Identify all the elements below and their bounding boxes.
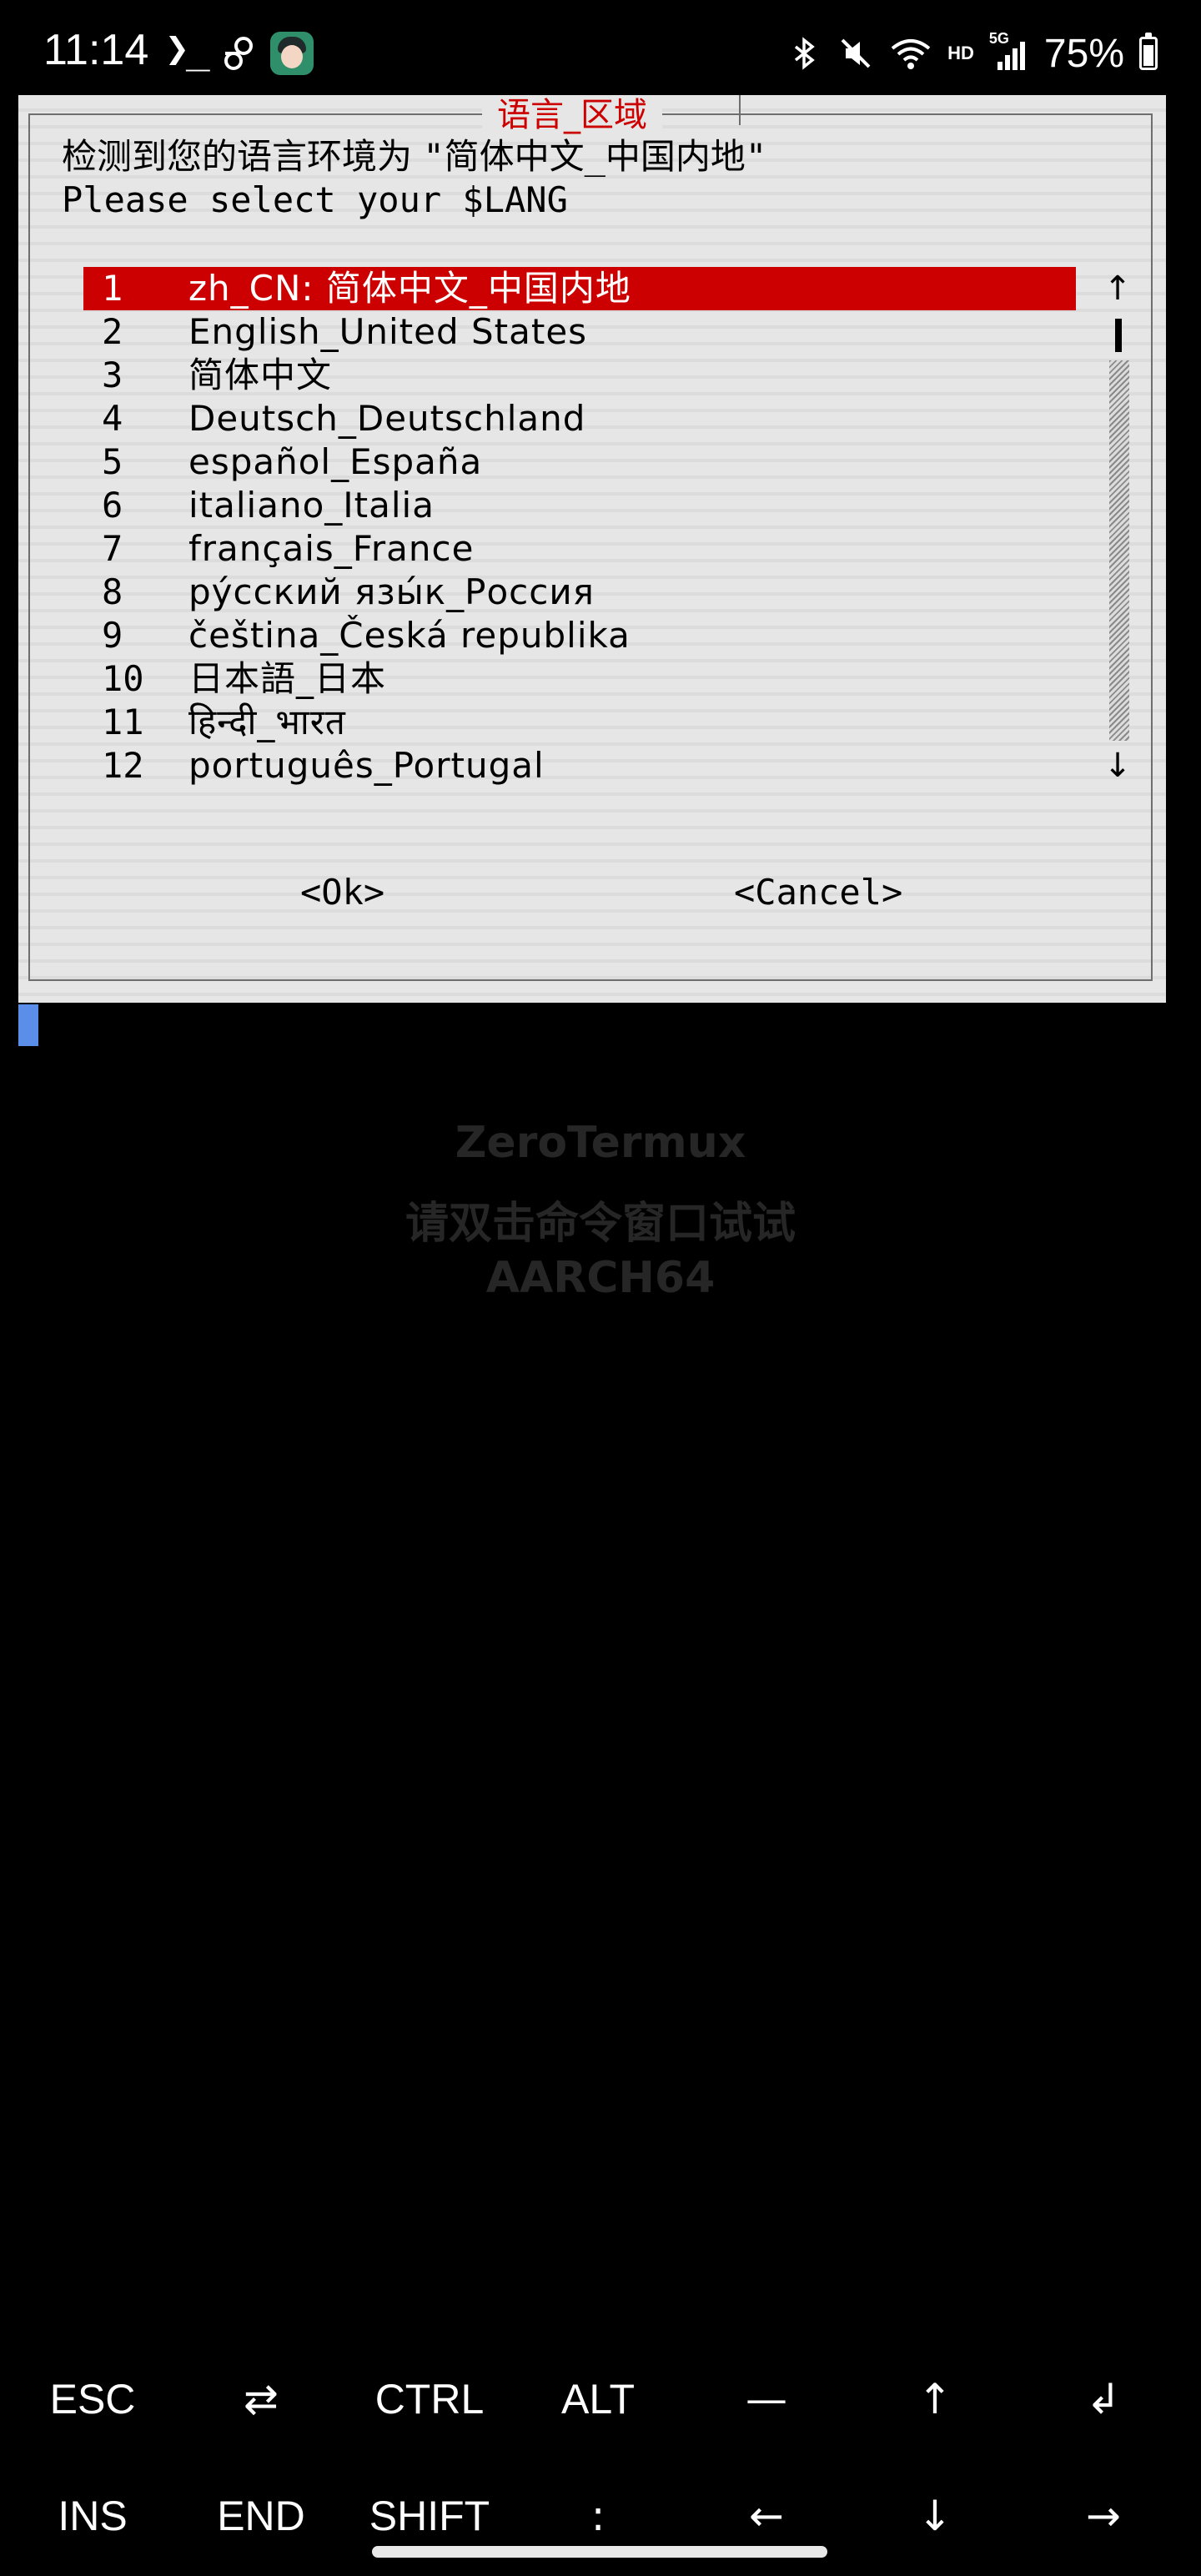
language-option[interactable]: 12 português_Portugal [83, 744, 1076, 787]
dash-key[interactable]: — [682, 2357, 851, 2441]
language-option[interactable]: 6 italiano_Italia [83, 484, 1076, 527]
enter-key[interactable]: ↲ [1019, 2357, 1188, 2441]
language-option[interactable]: 9 čeština_Česká republika [83, 614, 1076, 657]
language-list: 1 zh_CN: 简体中文_中国内地 2 English_United States 3… [83, 267, 1076, 787]
language-option[interactable]: 11 हिन्दी_भारत [83, 701, 1076, 744]
battery-percent: 75% [1043, 31, 1124, 76]
battery-icon [1139, 33, 1158, 70]
language-option-number: 5 [102, 441, 123, 482]
language-option[interactable]: 2 English_United States [83, 310, 1076, 354]
home-indicator[interactable] [372, 2546, 827, 2558]
ctrl-key[interactable]: CTRL [345, 2357, 514, 2441]
language-option-label: zh_CN: 简体中文_中国内地 [188, 268, 631, 309]
esc-key[interactable]: ESC [8, 2357, 177, 2441]
language-option-number: 9 [102, 615, 123, 656]
language-option-label: français_France [188, 528, 475, 569]
alt-key[interactable]: ALT [514, 2357, 682, 2441]
language-option-number: 7 [102, 528, 123, 569]
arrow-down-key[interactable]: ↓ [851, 2474, 1019, 2558]
extra-keys-bar: ESC ⇄ CTRL ALT — ↑ ↲ INS END SHIFT: ← ↓ → [0, 2357, 1201, 2576]
wifi-icon [891, 39, 931, 69]
language-option-label: Deutsch_Deutschland [188, 398, 586, 439]
mute-icon [841, 38, 871, 68]
colon-key[interactable]: : [514, 2474, 682, 2558]
language-option-label: हिन्दी_भारत [188, 702, 346, 742]
language-option-label: italiano_Italia [188, 485, 435, 526]
cancel-button[interactable]: <Cancel> [734, 871, 902, 914]
language-option[interactable]: 10 日本語_日本 [83, 657, 1076, 701]
language-option-label: ру́сский язы́к_Россия [188, 571, 595, 612]
watermark-arch: AARCH64 [485, 1253, 716, 1303]
status-icons: HD 5G 75% [786, 28, 1158, 78]
arrow-left-key[interactable]: ← [682, 2474, 851, 2558]
ins-key[interactable]: INS [8, 2474, 177, 2558]
status-time: 11:14 [43, 26, 149, 74]
tab-key[interactable]: ⇄ [177, 2357, 345, 2441]
language-option[interactable]: 8 ру́сский язы́к_Россия [83, 571, 1076, 614]
link-icon [224, 37, 253, 70]
list-scrollbar[interactable]: ↑ ↓ [1101, 267, 1134, 787]
language-option-number: 1 [102, 268, 123, 309]
watermark-app-name: ZeroTermux [455, 1118, 746, 1168]
shift-key[interactable]: SHIFT [345, 2474, 514, 2558]
language-option-label: čeština_Česká republika [188, 615, 631, 656]
scroll-down-arrow-icon[interactable]: ↓ [1101, 744, 1134, 787]
status-bar: 11:14 ❯_ HD 5G 75% [0, 0, 1201, 97]
language-option[interactable]: 7 français_France [83, 527, 1076, 571]
language-option[interactable]: 5 español_España [83, 440, 1076, 484]
language-option-label: 日本語_日本 [188, 658, 387, 699]
network-type-label: HD [947, 43, 974, 63]
language-option-number: 12 [102, 745, 144, 786]
language-option-number: 2 [102, 311, 123, 352]
language-option-label: 简体中文 [188, 355, 333, 395]
scroll-thumb[interactable] [1115, 319, 1122, 352]
terminal-icon: ❯_ [165, 25, 210, 72]
language-option-number: 6 [102, 485, 123, 526]
arrow-up-key[interactable]: ↑ [851, 2357, 1019, 2441]
language-option[interactable]: 1 zh_CN: 简体中文_中国内地 [83, 267, 1076, 310]
scroll-track[interactable] [1109, 360, 1129, 741]
end-key[interactable]: END [177, 2474, 345, 2558]
select-lang-prompt: Please select your $LANG [62, 179, 568, 220]
language-option-number: 4 [102, 398, 123, 439]
language-option-number: 10 [102, 658, 144, 699]
watermark-hint: 请双击命令窗口试试 [405, 1199, 796, 1249]
language-option[interactable]: 3 简体中文 [83, 354, 1076, 397]
message-locale: "简体中文_中国内地" [423, 136, 767, 177]
bluetooth-icon [795, 37, 815, 70]
scroll-up-arrow-icon[interactable]: ↑ [1101, 267, 1134, 310]
message-prefix: 检测到您的语言环境为 [62, 136, 424, 177]
language-option-label: português_Portugal [188, 745, 545, 786]
dialog-title: 语言_区域 [482, 95, 662, 135]
signal-icon: 5G [989, 30, 1029, 72]
detected-locale-message: 检测到您的语言环境为 "简体中文_中国内地" [62, 135, 766, 179]
language-option-number: 8 [102, 571, 123, 612]
language-option-number: 3 [102, 355, 123, 395]
language-option-label: español_España [188, 441, 483, 482]
language-option-number: 11 [102, 702, 144, 742]
ok-button[interactable]: <Ok> [300, 871, 384, 914]
arrow-right-key[interactable]: → [1019, 2474, 1188, 2558]
avatar-icon [270, 32, 314, 75]
language-option-label: English_United States [188, 311, 588, 352]
language-option[interactable]: 4 Deutsch_Deutschland [83, 397, 1076, 440]
locale-dialog: 语言_区域 检测到您的语言环境为 "简体中文_中国内地" Please sele… [18, 95, 1166, 1003]
terminal-cursor [18, 1004, 38, 1046]
